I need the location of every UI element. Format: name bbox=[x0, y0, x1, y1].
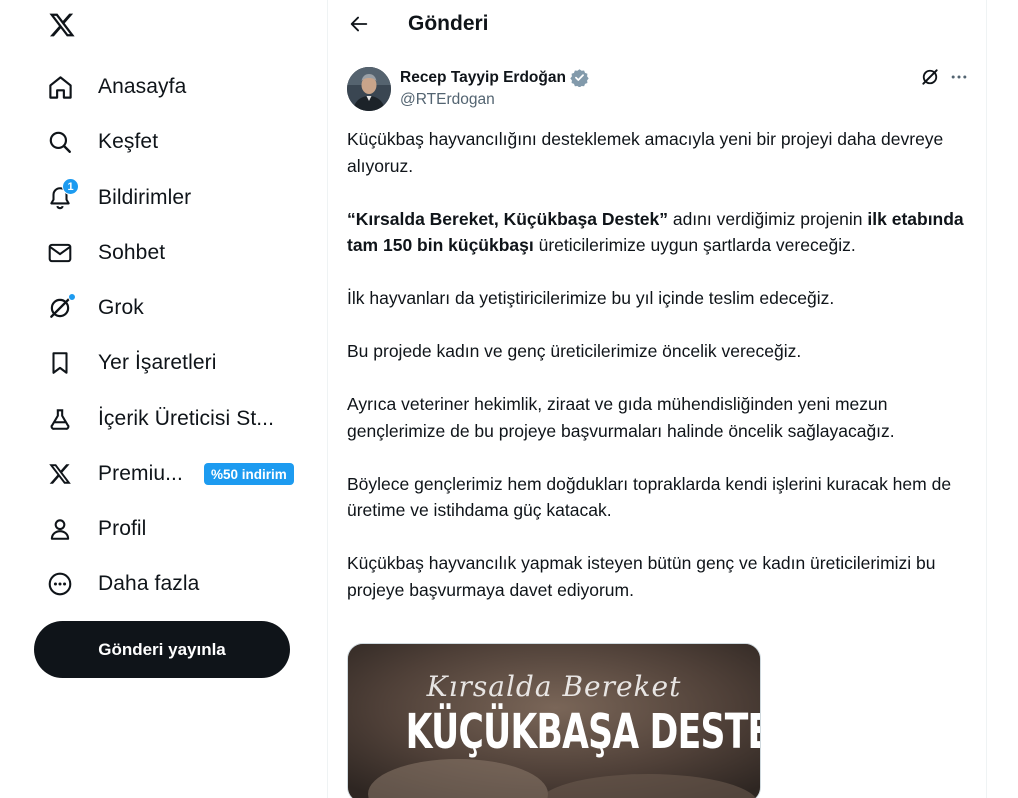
sidebar-item-creator-studio[interactable]: İçerik Üreticisi St... bbox=[34, 394, 284, 444]
avatar[interactable] bbox=[347, 67, 391, 111]
media-script-text: Kırsalda Bereket bbox=[426, 670, 682, 703]
sidebar-item-label: Profil bbox=[98, 517, 147, 540]
more-circle-icon bbox=[46, 570, 74, 598]
sidebar-item-explore[interactable]: Keşfet bbox=[34, 117, 168, 167]
author-handle[interactable]: @RTErdogan bbox=[400, 91, 495, 109]
post-text-segment: adını verdiğimiz projenin bbox=[667, 208, 868, 229]
sidebar-item-premium[interactable]: Premiu... bbox=[34, 449, 193, 499]
back-button[interactable] bbox=[342, 9, 376, 43]
sidebar-item-messages[interactable]: Sohbet bbox=[34, 228, 175, 278]
x-premium-icon bbox=[46, 460, 74, 488]
post-paragraph: Ayrıca veteriner hekimlik, ziraat ve gıd… bbox=[347, 394, 895, 441]
post-text-segment: üreticilerimize uygun şartlarda vereceği… bbox=[533, 235, 856, 255]
bookmark-icon bbox=[46, 349, 74, 377]
post-paragraph: Küçükbaş hayvancılık yapmak isteyen bütü… bbox=[347, 553, 936, 600]
sidebar-item-label: Grok bbox=[98, 296, 144, 319]
home-icon bbox=[46, 73, 74, 101]
post-paragraph: “Kırsalda Bereket, Küçükbaşa Destek” adı… bbox=[347, 206, 972, 259]
post-media-image[interactable]: Kırsalda Bereket KÜÇÜKBAŞA DESTEK bbox=[347, 643, 761, 798]
bell-icon: 1 bbox=[46, 178, 79, 212]
grok-explain-button[interactable] bbox=[918, 67, 942, 91]
person-icon bbox=[46, 515, 74, 543]
post-bold-text: “Kırsalda Bereket, Küçükbaşa Destek” bbox=[347, 208, 668, 229]
sidebar-nav: Anasayfa Keşfet 1 Bildirimler Sohbet Gro… bbox=[0, 0, 328, 798]
post-detail-column: Gönderi Recep Tayyip Erdoğan @RTErdogan bbox=[327, 0, 987, 798]
sidebar-item-label: Sohbet bbox=[98, 241, 166, 264]
sidebar-item-bookmarks[interactable]: Yer İşaretleri bbox=[34, 338, 227, 388]
sidebar-item-notifications[interactable]: 1 Bildirimler bbox=[34, 173, 201, 223]
verified-badge-icon bbox=[570, 68, 589, 87]
sidebar-item-grok[interactable]: Grok bbox=[34, 283, 154, 333]
post-paragraph: Bu projede kadın ve genç üreticilerimize… bbox=[347, 341, 802, 361]
sidebar-item-label: Anasayfa bbox=[98, 75, 187, 98]
sidebar-item-more[interactable]: Daha fazla bbox=[34, 559, 209, 609]
sidebar-item-label: Premiu... bbox=[98, 462, 183, 485]
envelope-icon bbox=[46, 239, 74, 267]
x-logo-icon[interactable] bbox=[44, 7, 80, 43]
more-horizontal-icon bbox=[949, 67, 969, 92]
premium-discount-badge: %50 indirim bbox=[204, 463, 294, 485]
sidebar-item-label: Daha fazla bbox=[98, 572, 200, 595]
creator-studio-icon bbox=[46, 405, 74, 433]
grok-icon bbox=[920, 67, 940, 92]
sidebar-item-label: Keşfet bbox=[98, 130, 159, 153]
post-button[interactable]: Gönderi yayınla bbox=[34, 621, 290, 678]
unread-dot bbox=[68, 293, 76, 301]
post-paragraph: Küçükbaş hayvancılığını desteklemek amac… bbox=[347, 129, 944, 176]
author-name-text: Recep Tayyip Erdoğan bbox=[400, 68, 566, 86]
search-icon bbox=[46, 128, 74, 156]
sidebar-item-label: Yer İşaretleri bbox=[98, 351, 217, 374]
sidebar-item-label: Bildirimler bbox=[98, 186, 192, 209]
page-header: Gönderi bbox=[328, 0, 986, 52]
back-arrow-icon bbox=[348, 13, 370, 40]
sidebar-item-profile[interactable]: Profil bbox=[34, 504, 156, 554]
post-more-button[interactable] bbox=[947, 67, 971, 91]
grok-icon bbox=[46, 293, 76, 322]
media-title-text: KÜÇÜKBAŞA DESTEK bbox=[405, 704, 761, 760]
post-text: Küçükbaş hayvancılığını desteklemek amac… bbox=[347, 126, 972, 630]
notification-count-badge: 1 bbox=[62, 178, 79, 195]
post-paragraph: Böylece gençlerimiz hem doğdukları topra… bbox=[347, 473, 952, 521]
author-name[interactable]: Recep Tayyip Erdoğan bbox=[400, 68, 589, 87]
post-paragraph: İlk hayvanları da yetiştiricilerimize bu… bbox=[347, 288, 835, 308]
sidebar-item-home[interactable]: Anasayfa bbox=[34, 62, 196, 112]
sidebar-item-label: İçerik Üreticisi St... bbox=[98, 407, 275, 430]
page-title: Gönderi bbox=[408, 12, 489, 35]
